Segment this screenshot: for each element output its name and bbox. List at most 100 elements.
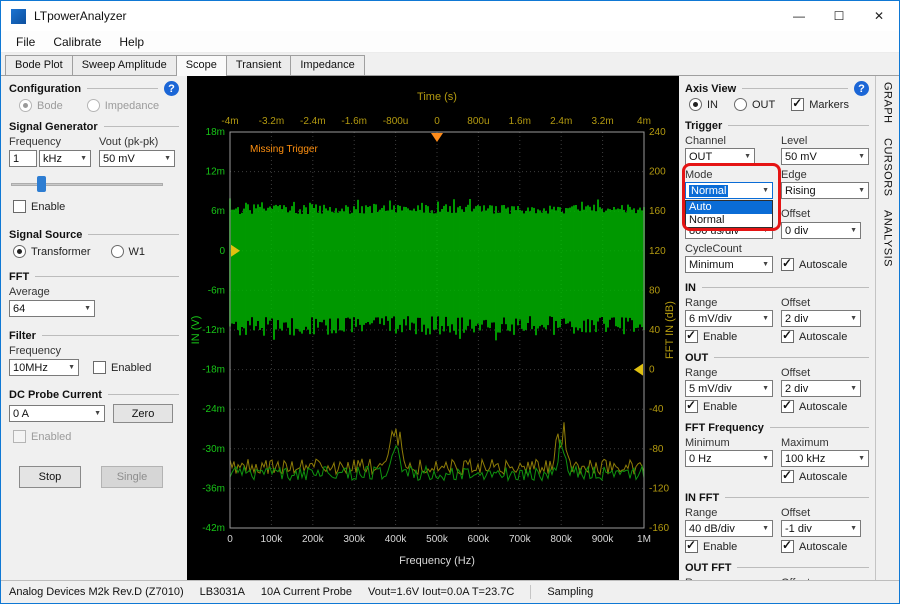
close-button[interactable]: ✕ [859, 1, 899, 31]
axis-tick-label: 800u [467, 116, 489, 127]
out-range-select[interactable]: 5 mV/div ▼ [685, 380, 773, 397]
out-enable-checkbox[interactable]: Enable [685, 400, 773, 413]
tab-impedance[interactable]: Impedance [290, 55, 364, 75]
divider [725, 497, 869, 498]
trigger-time-marker[interactable] [431, 133, 443, 142]
side-tab-analysis[interactable]: ANALYSIS [882, 210, 894, 267]
out-autoscale-checkbox[interactable]: Autoscale [781, 400, 869, 413]
checkbox-box [791, 98, 804, 111]
vout-select[interactable]: 50 mV ▼ [99, 150, 175, 167]
generator-enable-checkbox[interactable]: Enable [13, 200, 65, 213]
cyclecount-select[interactable]: Minimum ▼ [685, 256, 773, 273]
amplitude-slider[interactable] [11, 176, 163, 192]
trigger-level-marker[interactable] [634, 364, 643, 376]
menu-help[interactable]: Help [110, 33, 153, 51]
window-controls: — ☐ ✕ [779, 1, 899, 31]
fft-frequency-autoscale-checkbox[interactable]: Autoscale [781, 470, 869, 483]
help-icon[interactable]: ? [164, 81, 179, 96]
side-tab-strip: GRAPH CURSORS ANALYSIS [875, 76, 899, 580]
in-fft-autoscale-checkbox[interactable]: Autoscale [781, 540, 869, 553]
tab-scope[interactable]: Scope [176, 55, 227, 76]
bottom-axis-title: Frequency (Hz) [399, 555, 475, 567]
trigger-row-controls-4: Minimum ▼ Autoscale [685, 256, 869, 273]
window-title: LTpowerAnalyzer [34, 9, 126, 23]
filter-frequency-select[interactable]: 10MHz ▼ [9, 359, 79, 376]
trigger-header: Trigger [685, 119, 869, 132]
in-offset-select[interactable]: 2 div ▼ [781, 310, 861, 327]
chevron-down-icon: ▼ [855, 455, 865, 462]
out-labels: Range Offset [685, 367, 869, 379]
chevron-down-icon: ▼ [759, 187, 769, 194]
filter-enabled-checkbox[interactable]: Enabled [93, 361, 151, 374]
trigger-channel-select[interactable]: OUT ▼ [685, 148, 755, 165]
w1-radio[interactable]: W1 [111, 245, 146, 258]
trigger-autoscale-checkbox[interactable]: Autoscale [781, 258, 869, 271]
frequency-unit-select[interactable]: kHz ▼ [39, 150, 91, 167]
axis-view-header: Axis View ? [685, 82, 869, 95]
divider [88, 234, 179, 235]
status-device: Analog Devices M2k Rev.D (Z7010) [9, 586, 184, 598]
axis-in-radio[interactable]: IN [689, 98, 718, 111]
offset-label: Offset [781, 507, 869, 519]
missing-trigger-warning: Missing Trigger [250, 144, 318, 155]
chevron-down-icon: ▼ [855, 153, 865, 160]
average-label: Average [9, 286, 50, 298]
signal-generator-header: Signal Generator [9, 120, 179, 133]
status-divider [530, 585, 531, 599]
frequency-input[interactable]: 1 [9, 150, 37, 167]
markers-checkbox[interactable]: Markers [791, 98, 849, 111]
minimize-button[interactable]: — [779, 1, 819, 31]
in-autoscale-checkbox[interactable]: Autoscale [781, 330, 869, 343]
stop-button[interactable]: Stop [19, 466, 81, 488]
maximize-button[interactable]: ☐ [819, 1, 859, 31]
in-fft-header: IN FFT [685, 491, 869, 504]
menu-file[interactable]: File [7, 33, 44, 51]
slider-thumb[interactable] [37, 176, 46, 192]
signal-generator-title: Signal Generator [9, 121, 98, 133]
tab-transient[interactable]: Transient [226, 55, 291, 75]
signal-generator-labels: Frequency Vout (pk-pk) [9, 136, 179, 148]
dc-probe-current-select[interactable]: 0 A ▼ [9, 405, 105, 422]
axis-tick-label: 200 [649, 167, 666, 178]
axis-out-radio[interactable]: OUT [734, 98, 775, 111]
side-tab-graph[interactable]: GRAPH [882, 82, 894, 124]
signal-source-title: Signal Source [9, 229, 82, 241]
zero-button[interactable]: Zero [113, 404, 173, 423]
chevron-down-icon: ▼ [759, 455, 769, 462]
trigger-edge-select[interactable]: Rising ▼ [781, 182, 869, 199]
axis-tick-label: 40 [649, 325, 661, 336]
out-offset-select[interactable]: 2 div ▼ [781, 380, 861, 397]
help-icon[interactable]: ? [854, 81, 869, 96]
in-fft-offset-select[interactable]: -1 div ▼ [781, 520, 861, 537]
range-label: Range [685, 367, 773, 379]
status-measurements: Vout=1.6V Iout=0.0A T=23.7C [368, 586, 514, 598]
in-enable-checkbox[interactable]: Enable [685, 330, 773, 343]
trigger-level-input[interactable]: 50 mV ▼ [781, 148, 869, 165]
mode-option-normal[interactable]: Normal [686, 214, 772, 227]
scope-plot: -4m-3.2m-2.4m-1.6m-800u0800u1.6m2.4m3.2m… [187, 76, 679, 580]
divider [42, 335, 179, 336]
signal-generator-controls: 1 kHz ▼ 50 mV ▼ [9, 150, 179, 167]
axis-tick-label: 0 [434, 116, 440, 127]
fft-minimum-select[interactable]: 0 Hz ▼ [685, 450, 773, 467]
axis-tick-label: 900k [592, 534, 615, 545]
fft-average-select[interactable]: 64 ▼ [9, 300, 95, 317]
divider [728, 125, 869, 126]
frequency-label: Frequency [9, 136, 93, 148]
in-fft-enable-checkbox[interactable]: Enable [685, 540, 773, 553]
menu-calibrate[interactable]: Calibrate [44, 33, 110, 51]
mode-option-auto[interactable]: Auto [686, 201, 772, 214]
mode-dropdown-list: Auto Normal [685, 200, 773, 228]
tab-bode-plot[interactable]: Bode Plot [5, 55, 73, 75]
trigger-offset-select[interactable]: 0 div ▼ [781, 222, 861, 239]
in-range-select[interactable]: 6 mV/div ▼ [685, 310, 773, 327]
in-labels: Range Offset [685, 297, 869, 309]
fft-maximum-select[interactable]: 100 kHz ▼ [781, 450, 869, 467]
tab-sweep-amplitude[interactable]: Sweep Amplitude [72, 55, 177, 75]
trigger-mode-select[interactable]: Normal ▼ Auto Normal [685, 182, 773, 199]
channel-label: Channel [685, 135, 773, 147]
transformer-radio[interactable]: Transformer [13, 245, 91, 258]
side-tab-cursors[interactable]: CURSORS [882, 138, 894, 197]
fft-frequency-title: FFT Frequency [685, 422, 764, 434]
in-fft-range-select[interactable]: 40 dB/div ▼ [685, 520, 773, 537]
